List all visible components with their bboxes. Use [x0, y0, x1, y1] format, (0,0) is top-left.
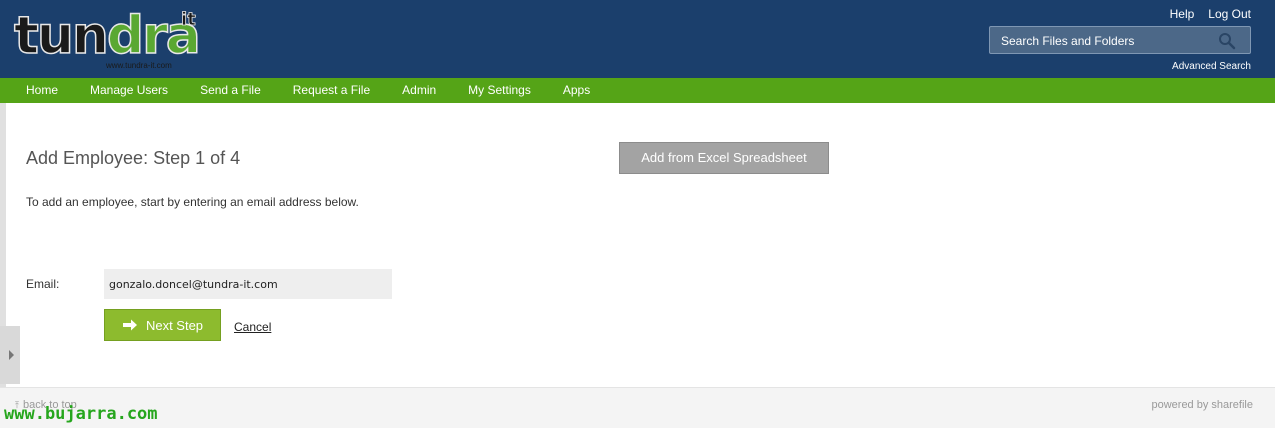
- next-step-label: Next Step: [145, 317, 204, 333]
- nav-admin[interactable]: Admin: [386, 78, 452, 103]
- logo-url: www.tundra-it.com: [106, 61, 172, 70]
- header: tundra it www.tundra-it.com Help Log Out…: [0, 0, 1275, 78]
- arrow-right-icon: [122, 319, 137, 331]
- tundra-logo[interactable]: tundra it www.tundra-it.com: [13, 5, 214, 76]
- next-step-button[interactable]: Next Step: [104, 309, 221, 341]
- email-label: Email:: [26, 277, 60, 291]
- search-input[interactable]: Search Files and Folders: [989, 26, 1251, 54]
- cancel-link[interactable]: Cancel: [234, 320, 271, 334]
- instruction-text: To add an employee, start by entering an…: [26, 195, 359, 209]
- watermark: www.bujarra.com: [4, 404, 158, 424]
- email-field[interactable]: [104, 269, 392, 299]
- help-link[interactable]: Help: [1170, 7, 1195, 21]
- powered-by-text: powered by sharefile: [1151, 399, 1253, 411]
- search-icon[interactable]: [1218, 32, 1236, 50]
- page-title: Add Employee: Step 1 of 4: [26, 148, 241, 168]
- chevron-right-icon: [9, 350, 14, 360]
- logout-link[interactable]: Log Out: [1208, 7, 1251, 21]
- nav-my-settings[interactable]: My Settings: [452, 78, 547, 103]
- logo-text-prefix: tun: [13, 5, 109, 67]
- nav-request-a-file[interactable]: Request a File: [277, 78, 386, 103]
- main-nav: Home Manage Users Send a File Request a …: [0, 78, 1275, 103]
- sidebar-toggle[interactable]: [0, 326, 20, 384]
- nav-apps[interactable]: Apps: [547, 78, 606, 103]
- advanced-search-link[interactable]: Advanced Search: [1172, 61, 1251, 72]
- top-links: Help Log Out: [1170, 7, 1251, 21]
- logo-superscript: it: [181, 9, 197, 31]
- nav-home[interactable]: Home: [0, 78, 74, 103]
- nav-manage-users[interactable]: Manage Users: [74, 78, 184, 103]
- nav-send-a-file[interactable]: Send a File: [184, 78, 277, 103]
- search-placeholder: Search Files and Folders: [1001, 34, 1135, 48]
- footer: ⤒ back to top powered by sharefile: [0, 387, 1275, 428]
- add-from-excel-button[interactable]: Add from Excel Spreadsheet: [619, 142, 829, 174]
